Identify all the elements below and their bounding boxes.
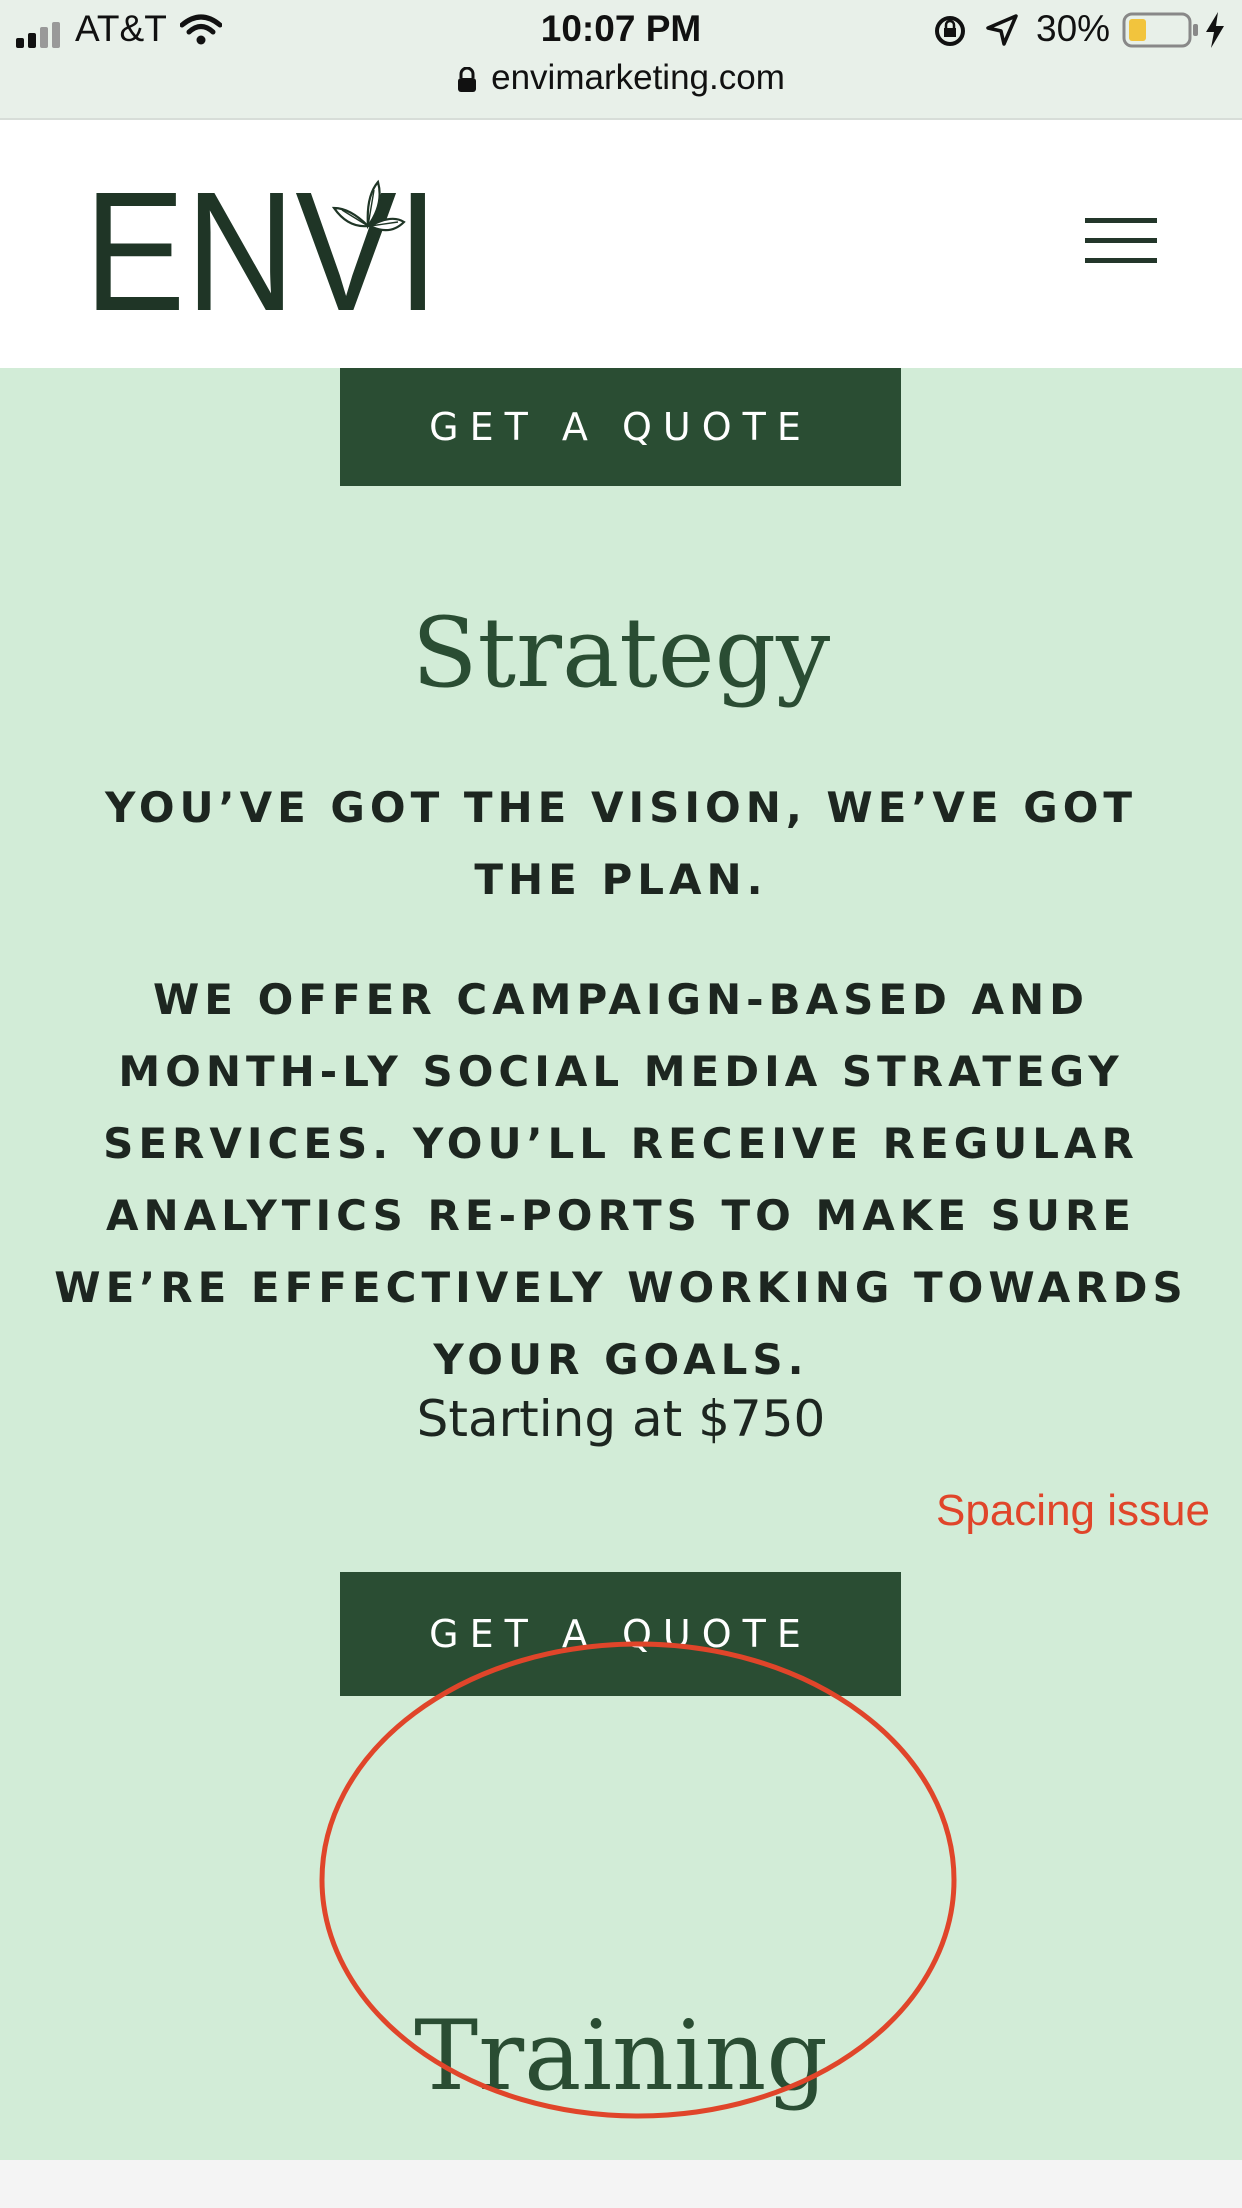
- get-a-quote-button-secondary[interactable]: GET A QUOTE: [340, 1572, 901, 1696]
- battery-icon: [1122, 12, 1198, 48]
- strategy-tagline: YOU’VE GOT THE VISION, WE’VE GOT THE PLA…: [104, 783, 1138, 904]
- charging-bolt-icon: [1206, 12, 1224, 48]
- logo-text: ENVI: [84, 160, 439, 320]
- strategy-description: WE OFFER CAMPAIGN-BASED AND MONTH-LY SOC…: [54, 975, 1188, 1384]
- lock-icon: [458, 66, 477, 92]
- starting-price: Starting at $750: [416, 1390, 826, 1448]
- strategy-heading: Strategy: [411, 597, 831, 709]
- page-bottom-strip: [0, 2160, 1242, 2208]
- status-bar: AT&T 10:07 PM 30% envimarketing.com: [0, 0, 1242, 120]
- training-heading: Training: [414, 2000, 828, 2112]
- site-header: ENVI: [0, 120, 1242, 368]
- annotation-label: Spacing issue: [936, 1486, 1210, 1535]
- hamburger-menu-button[interactable]: [1080, 214, 1160, 270]
- location-icon: [986, 14, 1018, 46]
- battery-percent: 30%: [1036, 8, 1111, 49]
- envi-logo[interactable]: ENVI: [84, 160, 444, 320]
- address-bar[interactable]: envimarketing.com: [0, 58, 1242, 98]
- get-a-quote-button[interactable]: GET A QUOTE: [340, 368, 901, 486]
- url-text: envimarketing.com: [491, 58, 785, 97]
- orientation-lock-icon: [935, 16, 965, 46]
- services-section: GET A QUOTE Strategy YOU’VE GOT THE VISI…: [0, 368, 1242, 2160]
